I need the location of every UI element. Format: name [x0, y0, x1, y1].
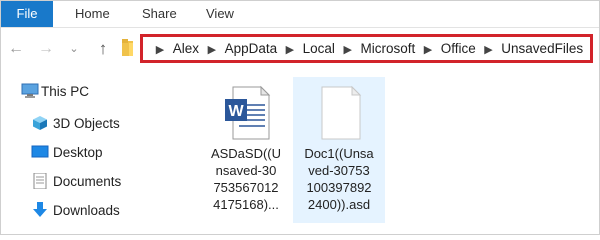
chevron-down-icon: ⌄: [69, 43, 79, 55]
chevron-right-icon: ▶: [155, 44, 165, 56]
chevron-right-icon[interactable]: ▶: [419, 39, 437, 62]
breadcrumb-item-appdata[interactable]: AppData: [225, 37, 278, 60]
chevron-right-icon[interactable]: ▶: [203, 39, 221, 62]
sidebar-item-label: 3D Objects: [53, 116, 120, 131]
breadcrumb-item-alex[interactable]: Alex: [173, 37, 199, 60]
navigation-pane: This PC 3D Objects Desktop Documents Dow…: [1, 73, 161, 234]
sidebar-item-documents[interactable]: Documents: [1, 171, 161, 193]
desktop-icon: [31, 145, 49, 158]
tab-home[interactable]: Home: [75, 1, 110, 27]
file-item-asdasd[interactable]: W ASDaSD((U nsaved-30 753567012 4175168)…: [200, 77, 292, 223]
chevron-right-icon[interactable]: ▶: [339, 39, 357, 62]
documents-icon: [33, 173, 47, 189]
sidebar-item-3d-objects[interactable]: 3D Objects: [1, 113, 161, 135]
arrow-right-icon: →: [38, 40, 54, 57]
tab-file[interactable]: File: [1, 1, 53, 27]
arrow-left-icon: ←: [8, 40, 24, 57]
cube-icon: [33, 116, 47, 130]
sidebar-item-label: Documents: [53, 174, 122, 189]
tab-share[interactable]: Share: [142, 1, 177, 27]
file-list: W ASDaSD((U nsaved-30 753567012 4175168)…: [162, 73, 599, 234]
svg-text:W: W: [228, 103, 244, 120]
sidebar-item-this-pc[interactable]: This PC: [1, 81, 161, 103]
ribbon-tabs: File Home Share View: [1, 1, 599, 28]
breadcrumb-item-unsavedfiles[interactable]: UnsavedFiles: [501, 37, 583, 60]
file-explorer-window: File Home Share View ← → ⌄ ↑ ▶ Alex ▶ Ap…: [0, 0, 600, 235]
address-bar[interactable]: ▶ Alex ▶ AppData ▶ Local ▶ Microsoft ▶ O…: [140, 34, 593, 63]
sidebar-item-downloads[interactable]: Downloads: [1, 200, 161, 222]
computer-icon: [21, 83, 39, 98]
breadcrumb-item-office[interactable]: Office: [441, 37, 476, 60]
sidebar-item-desktop[interactable]: Desktop: [1, 142, 161, 164]
up-button[interactable]: ↑: [95, 38, 111, 60]
breadcrumb: ▶ Alex ▶ AppData ▶ Local ▶ Microsoft ▶ O…: [151, 37, 583, 60]
download-icon: [33, 202, 47, 217]
chevron-right-icon[interactable]: ▶: [281, 39, 299, 62]
sidebar-item-label: Downloads: [53, 203, 120, 218]
forward-button[interactable]: →: [37, 38, 55, 60]
folder-icon: [122, 39, 133, 56]
tab-view[interactable]: View: [206, 1, 234, 27]
recent-locations-button[interactable]: ⌄: [67, 38, 81, 60]
navigation-bar: ← → ⌄ ↑ ▶ Alex ▶ AppData ▶ Local ▶ Micro…: [1, 28, 599, 72]
sidebar-item-label: This PC: [41, 84, 90, 99]
arrow-up-icon: ↑: [98, 39, 108, 58]
file-item-doc1[interactable]: Doc1((Unsa ved-30753 100397892 2400)).as…: [293, 77, 385, 223]
blank-file-icon: [321, 85, 362, 140]
back-button[interactable]: ←: [7, 38, 25, 60]
chevron-right-icon[interactable]: ▶: [480, 39, 498, 62]
sidebar-item-label: Desktop: [53, 145, 103, 160]
word-document-icon: W: [225, 85, 271, 140]
file-name: ASDaSD((U nsaved-30 753567012 4175168)..…: [210, 146, 282, 212]
breadcrumb-item-microsoft[interactable]: Microsoft: [360, 37, 415, 60]
file-name: Doc1((Unsa ved-30753 100397892 2400)).as…: [304, 146, 374, 212]
breadcrumb-item-local[interactable]: Local: [303, 37, 335, 60]
